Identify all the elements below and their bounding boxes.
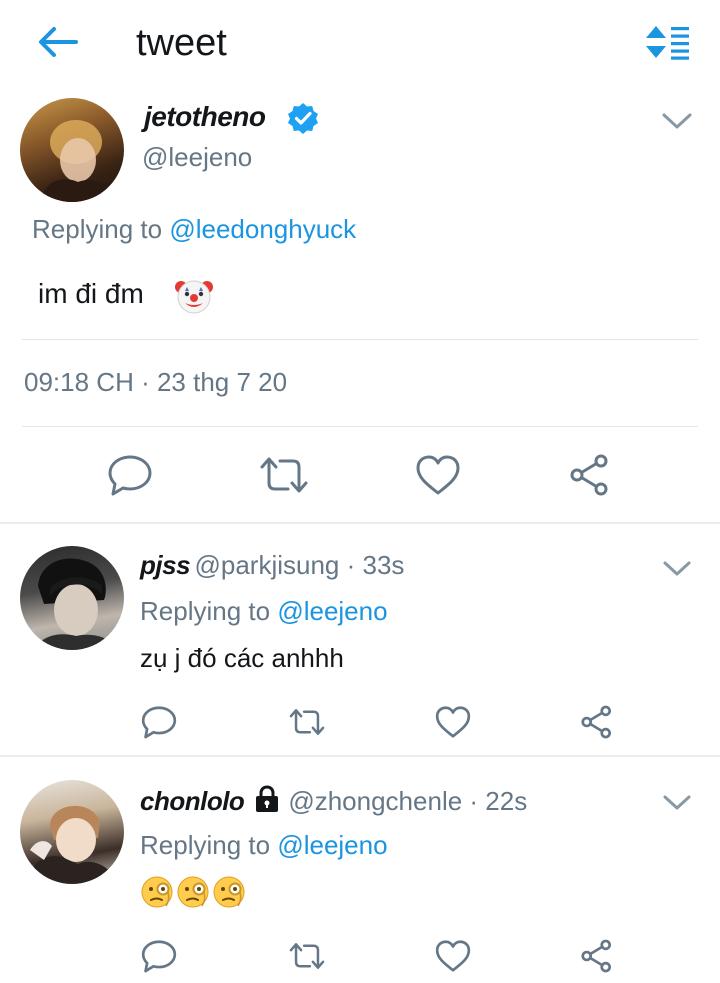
replying-to-link[interactable]: @leedonghyuck — [169, 214, 356, 244]
monocle-face-emoji-icon — [141, 876, 245, 908]
verified-badge-icon — [288, 103, 318, 134]
share-icon[interactable] — [578, 938, 616, 974]
tweet-timestamp: 09:18 CH · 23 thg 7 20 — [24, 367, 288, 397]
display-name[interactable]: jetotheno — [144, 101, 266, 133]
avatar[interactable] — [20, 98, 124, 202]
page-title: tweet — [136, 22, 227, 64]
section-separator — [0, 522, 720, 524]
reply-header: pjss @parkjisung · 33s — [140, 550, 404, 581]
replying-to: Replying to @leedonghyuck — [32, 214, 356, 245]
avatar-photo — [34, 558, 116, 650]
retweet-icon[interactable] — [288, 704, 326, 740]
replying-to-link[interactable]: @leejeno — [277, 830, 387, 860]
chevron-down-icon[interactable] — [660, 108, 694, 134]
like-heart-icon[interactable] — [414, 453, 462, 497]
retweet-icon[interactable] — [288, 938, 326, 974]
face-with-monocle-icon — [141, 876, 173, 908]
share-icon[interactable] — [578, 704, 616, 740]
reply-time: · 33s — [339, 550, 405, 580]
clown-face-emoji-icon — [175, 280, 213, 314]
reply-text: zụ j đó các anhhh — [140, 643, 344, 673]
reply-header: chonlolo @zhongchenle · 22s — [140, 784, 527, 817]
display-name[interactable]: pjss — [140, 550, 191, 580]
reply-icon[interactable] — [140, 938, 178, 974]
retweet-icon[interactable] — [258, 453, 310, 497]
tweet-text: im đi đm — [38, 278, 144, 309]
avatar-photo — [40, 120, 116, 202]
divider — [22, 426, 698, 427]
avatar[interactable] — [20, 546, 124, 650]
back-arrow-icon[interactable] — [36, 24, 80, 60]
avatar-photo — [26, 805, 118, 884]
user-handle[interactable]: @leejeno — [142, 142, 252, 173]
replying-prefix: Replying to — [32, 214, 170, 244]
user-handle[interactable]: @zhongchenle — [288, 786, 462, 816]
reply-icon[interactable] — [106, 453, 154, 497]
lock-icon — [256, 785, 279, 812]
avatar[interactable] — [20, 780, 124, 884]
section-separator — [0, 755, 720, 757]
like-heart-icon[interactable] — [434, 938, 472, 974]
chevron-down-icon[interactable] — [662, 792, 692, 814]
user-handle[interactable]: @parkjisung — [194, 550, 339, 580]
reply-icon[interactable] — [140, 704, 178, 740]
divider — [22, 339, 698, 340]
like-heart-icon[interactable] — [434, 704, 472, 740]
reply-time: · 22s — [462, 786, 528, 816]
replying-to: Replying to @leejeno — [140, 596, 388, 627]
sort-icon[interactable] — [644, 24, 690, 60]
display-name[interactable]: chonlolo — [140, 786, 245, 816]
chevron-down-icon[interactable] — [662, 558, 692, 580]
replying-prefix: Replying to — [140, 830, 278, 860]
share-icon[interactable] — [566, 453, 614, 497]
replying-to: Replying to @leejeno — [140, 830, 388, 861]
replying-to-link[interactable]: @leejeno — [277, 596, 387, 626]
replying-prefix: Replying to — [140, 596, 278, 626]
